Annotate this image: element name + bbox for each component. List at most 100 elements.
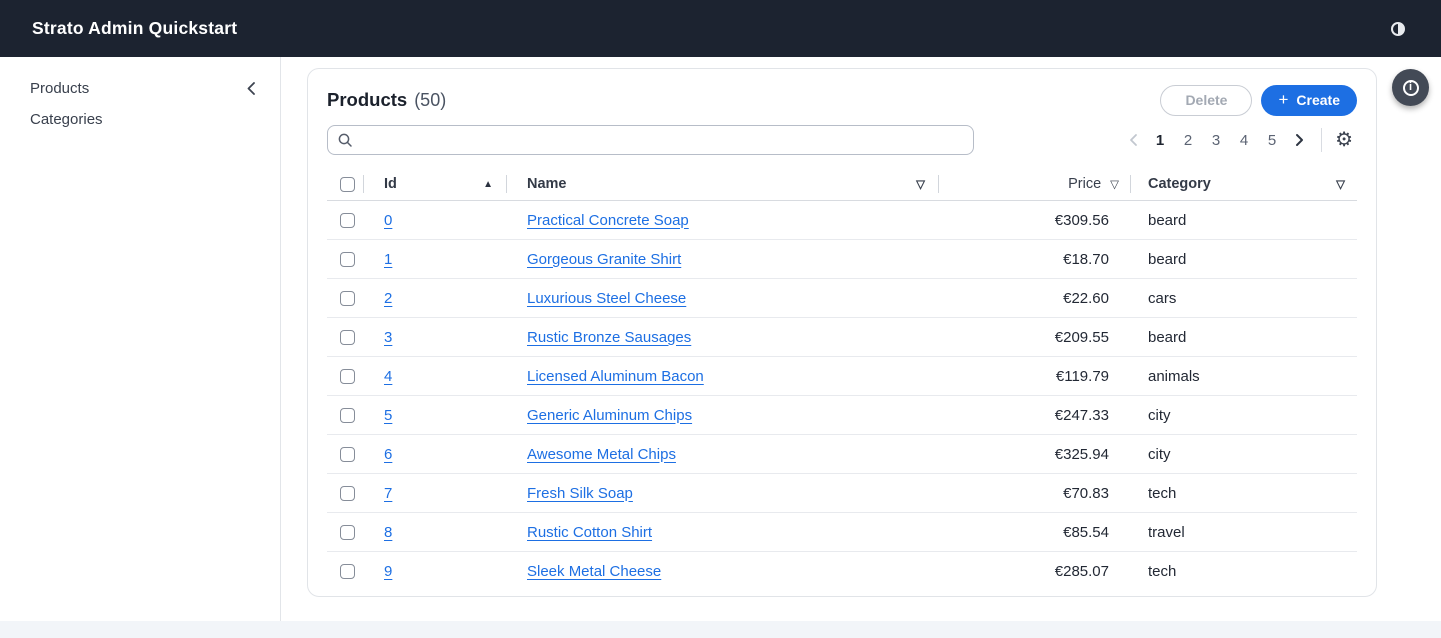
table-row: 3 Rustic Bronze Sausages €209.55 beard xyxy=(327,318,1357,357)
record-count: (50) xyxy=(414,90,446,111)
row-checkbox[interactable] xyxy=(340,330,355,345)
column-label: Id xyxy=(384,176,397,192)
table-row: 5 Generic Aluminum Chips €247.33 city xyxy=(327,396,1357,435)
row-id-link[interactable]: 4 xyxy=(384,368,392,385)
page-button-1[interactable]: 1 xyxy=(1146,127,1174,153)
main-content: i Products (50) Delete + Create xyxy=(281,57,1441,621)
column-label: Price xyxy=(1068,176,1101,192)
row-id-link[interactable]: 6 xyxy=(384,446,392,463)
create-button[interactable]: + Create xyxy=(1261,85,1357,116)
table-row: 6 Awesome Metal Chips €325.94 city xyxy=(327,435,1357,474)
column-header-id[interactable]: Id ▲ xyxy=(364,168,507,200)
select-all-cell xyxy=(327,168,364,200)
page-title: Products xyxy=(327,89,407,111)
row-category: tech xyxy=(1131,563,1357,580)
row-checkbox[interactable] xyxy=(340,525,355,540)
chevron-left-icon xyxy=(245,81,258,96)
prev-page-button[interactable] xyxy=(1120,127,1146,153)
toolbar: 1 2 3 4 5 ⚙ xyxy=(327,125,1357,155)
create-button-label: Create xyxy=(1296,92,1340,108)
row-name-link[interactable]: Licensed Aluminum Bacon xyxy=(527,368,704,385)
search-icon xyxy=(337,132,353,148)
table-row: 4 Licensed Aluminum Bacon €119.79 animal… xyxy=(327,357,1357,396)
row-name-link[interactable]: Awesome Metal Chips xyxy=(527,446,676,463)
row-name-link[interactable]: Luxurious Steel Cheese xyxy=(527,290,686,307)
row-checkbox[interactable] xyxy=(340,447,355,462)
sidebar-collapse-button[interactable] xyxy=(245,81,258,96)
gear-icon: ⚙ xyxy=(1335,129,1353,151)
row-price: €70.83 xyxy=(939,485,1131,502)
theme-toggle-button[interactable] xyxy=(1391,22,1405,36)
chevron-left-icon xyxy=(1128,133,1139,147)
sidebar-item-label: Products xyxy=(30,80,89,97)
table-row: 8 Rustic Cotton Shirt €85.54 travel xyxy=(327,513,1357,552)
row-checkbox[interactable] xyxy=(340,408,355,423)
page-button-2[interactable]: 2 xyxy=(1174,127,1202,153)
column-header-category[interactable]: Category ▽ xyxy=(1131,168,1357,200)
table-row: 1 Gorgeous Granite Shirt €18.70 beard xyxy=(327,240,1357,279)
row-category: animals xyxy=(1131,368,1357,385)
row-name-link[interactable]: Practical Concrete Soap xyxy=(527,212,689,229)
row-id-link[interactable]: 3 xyxy=(384,329,392,346)
app-title: Strato Admin Quickstart xyxy=(32,18,1391,39)
row-id-link[interactable]: 9 xyxy=(384,563,392,580)
sidebar-item-products[interactable]: Products xyxy=(0,73,280,104)
footer-strip xyxy=(0,621,1441,638)
sidebar-item-categories[interactable]: Categories xyxy=(0,104,280,135)
delete-button[interactable]: Delete xyxy=(1160,85,1252,116)
row-id-link[interactable]: 2 xyxy=(384,290,392,307)
row-checkbox[interactable] xyxy=(340,564,355,579)
row-category: beard xyxy=(1131,251,1357,268)
table-row: 0 Practical Concrete Soap €309.56 beard xyxy=(327,201,1357,240)
search-box xyxy=(327,125,974,155)
row-name-link[interactable]: Generic Aluminum Chips xyxy=(527,407,692,424)
row-category: beard xyxy=(1131,212,1357,229)
row-name-link[interactable]: Fresh Silk Soap xyxy=(527,485,633,502)
pagination: 1 2 3 4 5 ⚙ xyxy=(1120,127,1357,153)
row-checkbox[interactable] xyxy=(340,252,355,267)
contrast-icon xyxy=(1391,22,1405,36)
card-header: Products (50) Delete + Create xyxy=(327,84,1357,116)
row-category: city xyxy=(1131,407,1357,424)
row-name-link[interactable]: Sleek Metal Cheese xyxy=(527,563,661,580)
row-checkbox[interactable] xyxy=(340,213,355,228)
sort-asc-icon: ▲ xyxy=(483,179,493,190)
sidebar: Products Categories xyxy=(0,57,281,621)
search-input[interactable] xyxy=(360,132,964,148)
row-id-link[interactable]: 0 xyxy=(384,212,392,229)
products-table: Id ▲ Name ▽ Price ▽ Category ▽ xyxy=(327,168,1357,591)
row-id-link[interactable]: 8 xyxy=(384,524,392,541)
row-checkbox[interactable] xyxy=(340,486,355,501)
row-id-link[interactable]: 5 xyxy=(384,407,392,424)
row-id-link[interactable]: 1 xyxy=(384,251,392,268)
page-button-5[interactable]: 5 xyxy=(1258,127,1286,153)
row-price: €285.07 xyxy=(939,563,1131,580)
row-name-link[interactable]: Rustic Bronze Sausages xyxy=(527,329,691,346)
next-page-button[interactable] xyxy=(1286,127,1312,153)
table-row: 9 Sleek Metal Cheese €285.07 tech xyxy=(327,552,1357,591)
row-checkbox[interactable] xyxy=(340,291,355,306)
column-header-price[interactable]: Price ▽ xyxy=(939,168,1131,200)
sort-filter-icon: ▽ xyxy=(1110,177,1119,191)
row-price: €247.33 xyxy=(939,407,1131,424)
plus-icon: + xyxy=(1278,91,1288,108)
row-checkbox[interactable] xyxy=(340,369,355,384)
column-header-name[interactable]: Name ▽ xyxy=(507,168,939,200)
page-button-3[interactable]: 3 xyxy=(1202,127,1230,153)
select-all-checkbox[interactable] xyxy=(340,177,355,192)
info-button[interactable]: i xyxy=(1392,69,1429,106)
app-shell: Products Categories i Products (50) Dele… xyxy=(0,57,1441,621)
row-category: tech xyxy=(1131,485,1357,502)
settings-button[interactable]: ⚙ xyxy=(1331,130,1357,150)
table-row: 2 Luxurious Steel Cheese €22.60 cars xyxy=(327,279,1357,318)
row-id-link[interactable]: 7 xyxy=(384,485,392,502)
row-price: €18.70 xyxy=(939,251,1131,268)
row-name-link[interactable]: Gorgeous Granite Shirt xyxy=(527,251,681,268)
sidebar-item-label: Categories xyxy=(30,111,103,128)
page-button-4[interactable]: 4 xyxy=(1230,127,1258,153)
row-name-link[interactable]: Rustic Cotton Shirt xyxy=(527,524,652,541)
table-header-row: Id ▲ Name ▽ Price ▽ Category ▽ xyxy=(327,168,1357,201)
sort-filter-icon: ▽ xyxy=(916,177,925,191)
table-row: 7 Fresh Silk Soap €70.83 tech xyxy=(327,474,1357,513)
row-price: €22.60 xyxy=(939,290,1131,307)
